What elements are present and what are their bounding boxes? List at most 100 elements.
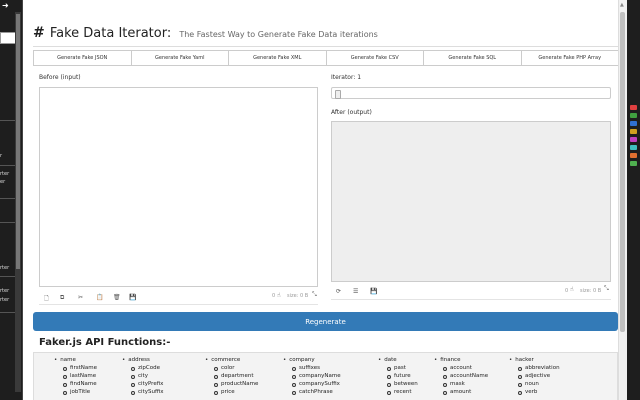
generate-button-bar: Generate Fake JSON Generate Fake Yaml Ge… <box>33 50 619 66</box>
generate-yaml-button[interactable]: Generate Fake Yaml <box>130 50 229 66</box>
save-icon[interactable]: 💾 <box>129 294 136 301</box>
api-function: accountName <box>434 372 488 380</box>
output-count: 0 <box>565 288 569 294</box>
title-divider <box>33 46 619 47</box>
extension-icon[interactable] <box>630 113 637 118</box>
right-side-panel <box>627 0 640 400</box>
api-function: future <box>378 372 418 380</box>
api-function: past <box>378 364 418 372</box>
output-size: size: 0 B <box>580 288 602 294</box>
subtitle-text: The Fastest Way to Generate Fake Data it… <box>179 30 378 39</box>
hash-icon: # <box>33 25 45 41</box>
copy-icon[interactable]: ⧉ <box>60 294 64 302</box>
api-function: adjective <box>509 372 560 380</box>
api-column-company: company suffixes companyName companySuff… <box>283 356 341 396</box>
api-group-head: company <box>283 356 341 364</box>
side-text: r <box>0 153 3 159</box>
divider <box>39 304 318 305</box>
divider <box>331 299 611 300</box>
extension-icon[interactable] <box>630 145 637 150</box>
api-function: recent <box>378 388 418 396</box>
regenerate-button[interactable]: Regenerate <box>33 312 618 331</box>
iterator-slider[interactable] <box>331 87 611 99</box>
api-column-name: name firstName lastName findName jobTitl… <box>54 356 97 396</box>
api-function: findName <box>54 380 97 388</box>
extension-icon[interactable] <box>630 153 637 158</box>
api-column-commerce: commerce color department productName pr… <box>205 356 258 396</box>
api-function: color <box>205 364 258 372</box>
api-function: lastName <box>54 372 97 380</box>
side-text: rter <box>0 265 10 271</box>
api-function: jobTitle <box>54 388 97 396</box>
paste-icon[interactable]: 📋 <box>96 294 103 301</box>
left-side-panel: ➜ r rter er rter rter rter <box>0 0 23 400</box>
after-output-label: After (output) <box>331 109 372 116</box>
api-function: between <box>378 380 418 388</box>
generate-csv-button[interactable]: Generate Fake CSV <box>325 50 424 66</box>
api-function: account <box>434 364 488 372</box>
input-size: size: 0 B <box>287 293 309 299</box>
before-input-label: Before (input) <box>39 74 81 81</box>
api-function: citySuffix <box>122 388 164 396</box>
resize-icon[interactable]: ⤡ <box>312 291 317 299</box>
divider <box>0 276 16 277</box>
slider-handle[interactable] <box>335 90 341 99</box>
cut-icon[interactable]: ✂ <box>78 294 83 301</box>
api-functions-title: Faker.js API Functions:- <box>39 337 171 348</box>
api-function: companyName <box>283 372 341 380</box>
generate-sql-button[interactable]: Generate Fake SQL <box>423 50 522 66</box>
api-functions-panel: name firstName lastName findName jobTitl… <box>33 352 618 400</box>
api-function: verb <box>509 388 560 396</box>
new-file-icon[interactable]: 🗋 <box>44 294 49 304</box>
page-title: # Fake Data Iterator: The Fastest Way to… <box>33 22 378 41</box>
generate-php-array-button[interactable]: Generate Fake PHP Array <box>520 50 619 66</box>
api-function: noun <box>509 380 560 388</box>
divider <box>0 165 16 166</box>
api-group-head: commerce <box>205 356 258 364</box>
generate-json-button[interactable]: Generate Fake JSON <box>33 50 132 66</box>
api-group-head: address <box>122 356 164 364</box>
extension-icon[interactable] <box>630 137 637 142</box>
api-column-date: date past future between recent <box>378 356 418 396</box>
save-icon[interactable]: 💾 <box>370 288 377 295</box>
api-function: productName <box>205 380 258 388</box>
list-icon[interactable]: ☰ <box>353 288 358 295</box>
generate-xml-button[interactable]: Generate Fake XML <box>228 50 327 66</box>
scroll-up-icon[interactable]: ▲ <box>620 2 624 8</box>
api-function: price <box>205 388 258 396</box>
extension-icon[interactable] <box>630 105 637 110</box>
arrow-right-icon[interactable]: ➜ <box>2 1 9 10</box>
api-function: city <box>122 372 164 380</box>
scrollbar-thumb[interactable] <box>620 12 625 332</box>
api-group-head: hacker <box>509 356 560 364</box>
extension-icon[interactable] <box>630 121 637 126</box>
title-text: Fake Data Iterator: <box>49 26 172 41</box>
side-input-box[interactable] <box>0 32 16 44</box>
api-group-head: name <box>54 356 97 364</box>
side-text: rter <box>0 171 10 177</box>
api-function: suffixes <box>283 364 341 372</box>
extension-icon[interactable] <box>630 129 637 134</box>
divider <box>0 222 16 223</box>
extension-icon[interactable] <box>630 161 637 166</box>
api-column-address: address zipCode city cityPrefix citySuff… <box>122 356 164 396</box>
share-icon[interactable]: ⟳ <box>336 288 341 295</box>
api-column-hacker: hacker abbreviation adjective noun verb <box>509 356 560 396</box>
api-function: catchPhrase <box>283 388 341 396</box>
side-text: er <box>0 179 6 185</box>
api-function: cityPrefix <box>122 380 164 388</box>
resize-icon[interactable]: ⤡ <box>604 285 609 293</box>
side-scrollbar[interactable] <box>15 12 21 392</box>
delete-icon[interactable]: 🗑 <box>113 294 121 301</box>
side-text: rter <box>0 297 10 303</box>
input-count: 0 <box>272 293 276 299</box>
api-function: zipCode <box>122 364 164 372</box>
output-textarea[interactable] <box>331 121 611 282</box>
main-page: # Fake Data Iterator: The Fastest Way to… <box>23 0 627 400</box>
api-function: abbreviation <box>509 364 560 372</box>
api-group-head: date <box>378 356 418 364</box>
page-scrollbar[interactable]: ▲ <box>618 0 627 400</box>
input-textarea[interactable] <box>39 87 318 287</box>
api-function: mask <box>434 380 488 388</box>
api-function: department <box>205 372 258 380</box>
